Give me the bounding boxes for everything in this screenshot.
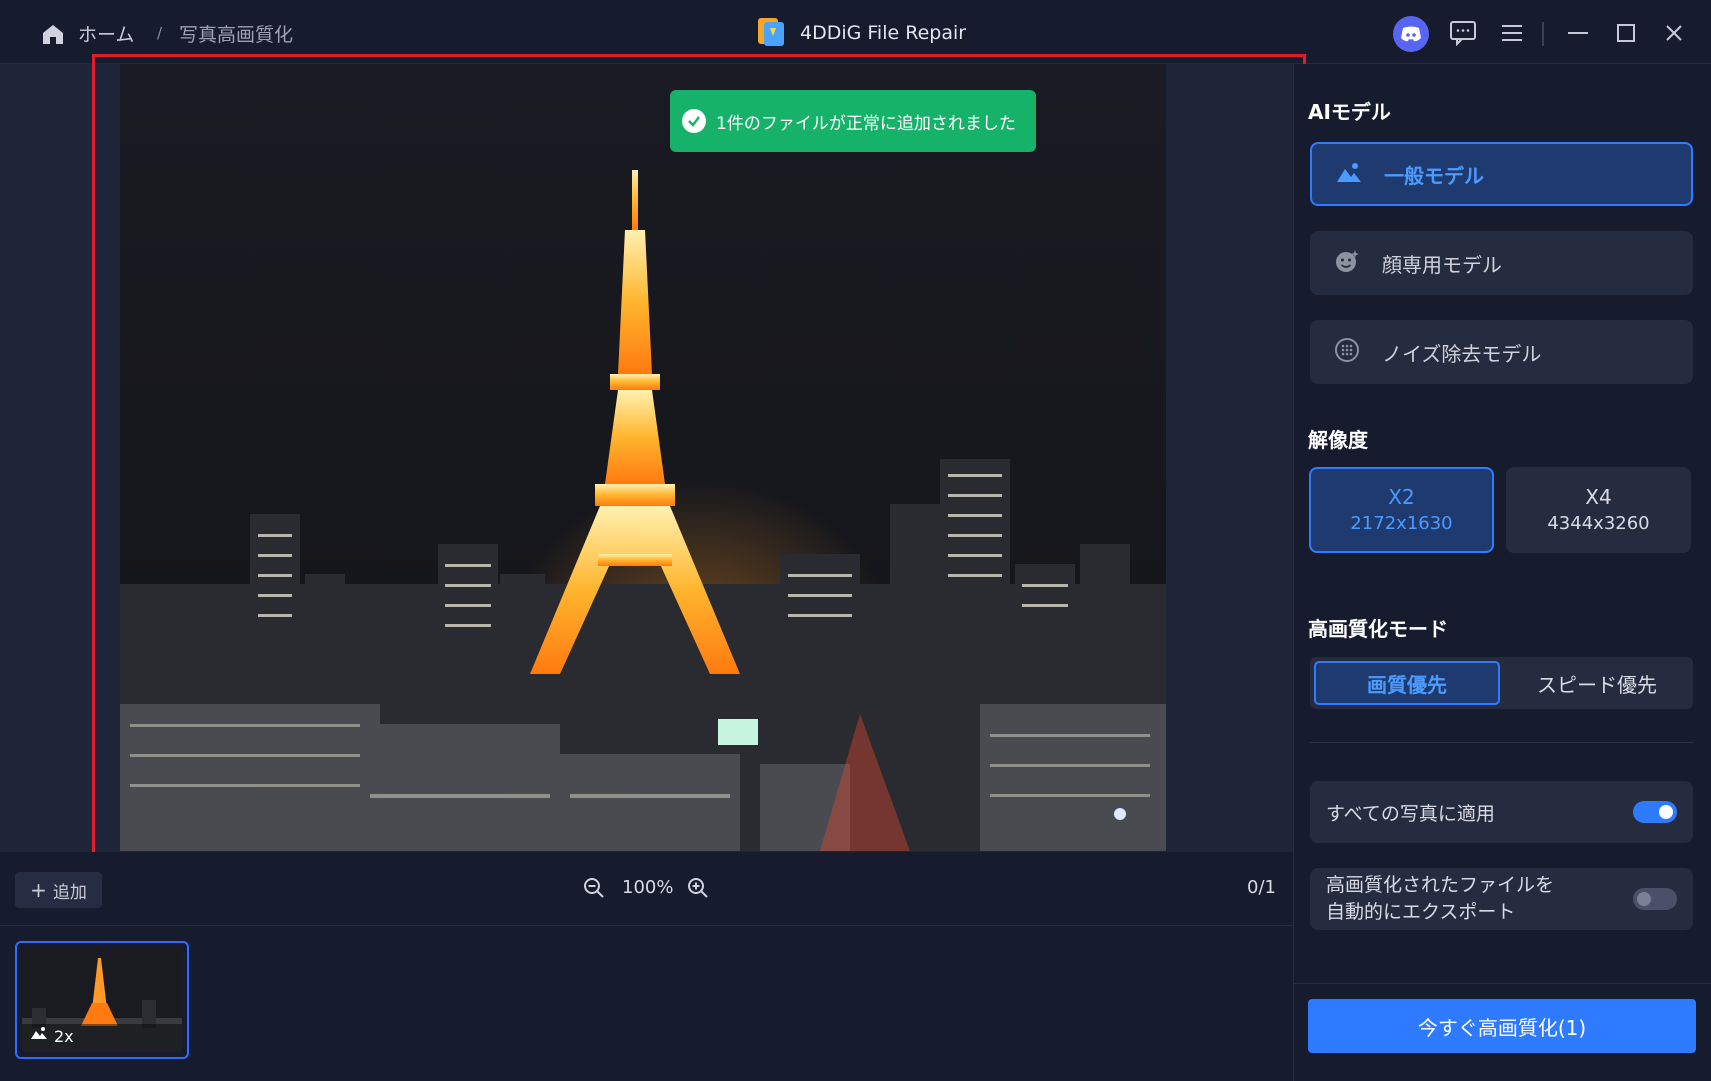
toast-message: 1件のファイルが正常に追加されました	[716, 113, 1016, 134]
discord-icon[interactable]	[1393, 16, 1429, 52]
model-noise-label: ノイズ除去モデル	[1382, 341, 1542, 366]
feedback-icon[interactable]	[1448, 18, 1478, 48]
noise-icon	[1334, 337, 1360, 368]
auto-export-line2: 自動的にエクスポート	[1326, 901, 1516, 923]
enhance-now-button[interactable]: 今すぐ高画質化(1)	[1308, 999, 1696, 1053]
mode-speed-button[interactable]: スピード優先	[1504, 661, 1690, 705]
mode-quality-button[interactable]: 画質優先	[1314, 661, 1500, 705]
add-file-label: 追加	[52, 882, 87, 903]
apply-all-toggle[interactable]	[1633, 801, 1677, 823]
thumbnail-scale-badge: 2x	[54, 1027, 74, 1046]
model-general-button[interactable]: 一般モデル	[1310, 142, 1693, 206]
landscape-icon	[1336, 161, 1362, 188]
app-logo-icon	[756, 14, 786, 48]
resolution-x4-button[interactable]: X4 4344x3260	[1506, 467, 1691, 553]
resolution-x2-scale: X2	[1388, 485, 1415, 510]
maximize-icon[interactable]	[1611, 18, 1641, 48]
mode-speed-label: スピード優先	[1537, 672, 1657, 697]
apply-all-label: すべての写真に適用	[1326, 802, 1495, 825]
mode-heading: 高画質化モード	[1308, 617, 1448, 641]
thumbnail-divider	[0, 925, 1293, 926]
page-counter: 0/1	[1247, 877, 1276, 898]
auto-export-toggle[interactable]	[1633, 888, 1677, 910]
panel-divider	[1310, 742, 1693, 743]
ai-model-heading: AIモデル	[1308, 100, 1391, 124]
close-icon[interactable]	[1659, 18, 1689, 48]
auto-export-text: 高画質化されたファイルを 自動的にエクスポート	[1326, 872, 1554, 925]
resolution-x2-button[interactable]: X2 2172x1630	[1309, 467, 1494, 553]
breadcrumb-separator: /	[157, 24, 163, 42]
auto-export-line1: 高画質化されたファイルを	[1326, 874, 1555, 897]
enhance-now-label: 今すぐ高画質化(1)	[1417, 1015, 1587, 1040]
thumbnail-image: 2x	[22, 948, 182, 1052]
home-icon[interactable]	[40, 22, 66, 46]
apply-all-row: すべての写真に適用	[1310, 781, 1693, 843]
minimize-icon[interactable]	[1563, 18, 1593, 48]
auto-export-row: 高画質化されたファイルを 自動的にエクスポート	[1310, 868, 1693, 930]
model-general-label: 一般モデル	[1384, 163, 1484, 188]
resolution-x4-scale: X4	[1585, 485, 1612, 510]
face-icon	[1334, 248, 1360, 279]
resolution-x4-size: 4344x3260	[1547, 513, 1650, 535]
check-circle-icon	[682, 109, 706, 133]
preview-photo	[120, 64, 1166, 851]
breadcrumb-current: 写真高画質化	[179, 24, 294, 46]
model-face-label: 顔専用モデル	[1382, 252, 1502, 277]
cta-divider	[1293, 983, 1711, 984]
zoom-out-icon[interactable]	[582, 876, 606, 904]
add-file-button[interactable]: + 追加	[15, 872, 102, 908]
plus-icon: +	[30, 878, 47, 902]
model-noise-button[interactable]: ノイズ除去モデル	[1310, 320, 1693, 384]
zoom-level: 100%	[622, 877, 674, 898]
thumbnail-landscape-icon	[30, 1025, 48, 1044]
success-toast: 1件のファイルが正常に追加されました	[670, 90, 1036, 152]
resolution-x2-size: 2172x1630	[1350, 513, 1453, 535]
mode-quality-label: 画質優先	[1367, 672, 1447, 697]
title-divider	[1542, 22, 1544, 46]
zoom-in-icon[interactable]	[686, 876, 710, 904]
photo-thumbnail[interactable]: 2x	[15, 941, 189, 1059]
breadcrumb-home[interactable]: ホーム	[78, 20, 134, 47]
resolution-heading: 解像度	[1308, 428, 1368, 452]
model-face-button[interactable]: 顔専用モデル	[1310, 231, 1693, 295]
window-title: 4DDiG File Repair	[800, 22, 967, 44]
menu-icon[interactable]	[1497, 18, 1527, 48]
